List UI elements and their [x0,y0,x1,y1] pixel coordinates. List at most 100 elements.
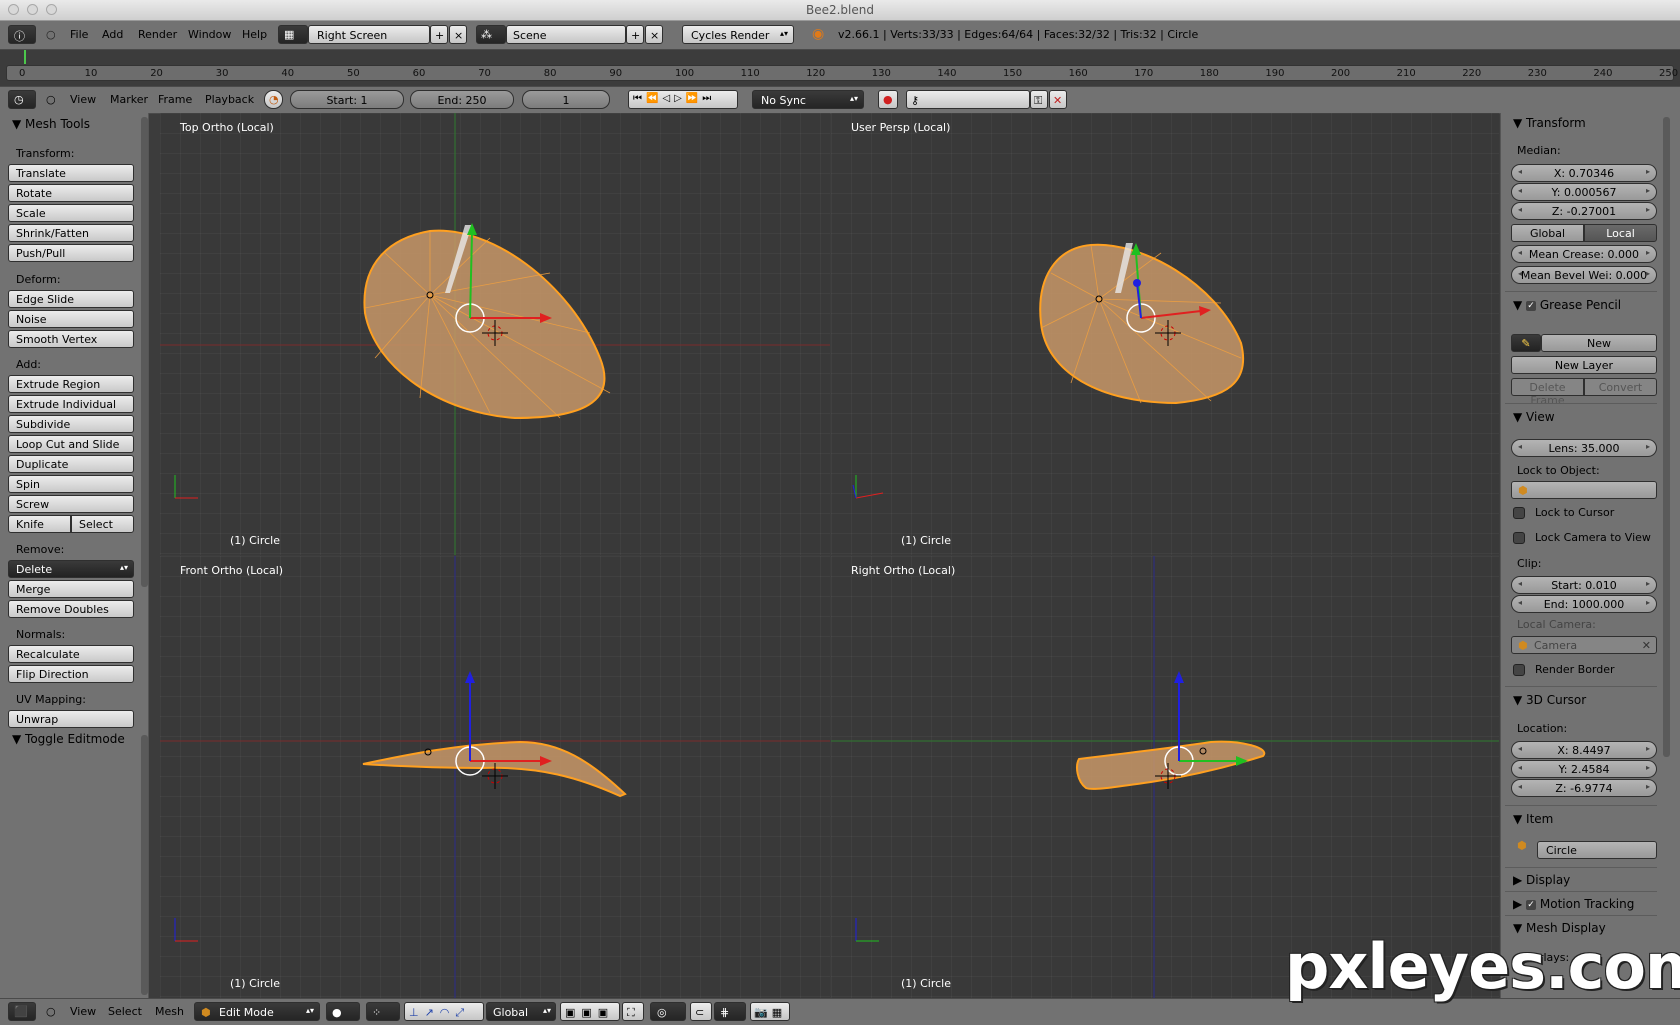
viewport-persp-canvas[interactable] [831,113,1499,555]
median-x-field[interactable]: ◂ X: 0.70346 ▸ [1511,164,1657,182]
loop-cut-slide-button[interactable]: Loop Cut and Slide [8,435,134,453]
add-scene-button[interactable]: + [626,25,644,44]
editor-type-button[interactable]: ⬛ [8,1002,36,1021]
preview-range-toggle[interactable]: ◔ [264,90,283,109]
clear-camera-icon[interactable]: ✕ [1642,639,1651,652]
flip-direction-button[interactable]: Flip Direction [8,665,134,683]
grease-pencil-checkbox-icon[interactable]: ✓ [1526,300,1537,311]
noise-button[interactable]: Noise [8,310,134,328]
knife-select-button[interactable]: Select [71,515,134,533]
local-camera-field[interactable]: ⬢ Camera ✕ [1511,636,1657,654]
lock-object-field[interactable]: ⬢ [1511,481,1657,499]
scale-button[interactable]: Scale [8,204,134,222]
duplicate-button[interactable]: Duplicate [8,455,134,473]
clip-start-field[interactable]: ◂ Start: 0.010 ▸ [1511,576,1657,594]
extrude-region-button[interactable]: Extrude Region [8,375,134,393]
lock-camera-checkbox[interactable] [1513,532,1525,544]
menu-marker[interactable]: Marker [110,93,148,106]
screen-layout-field[interactable]: Right Screen [308,25,430,44]
keying-set-field[interactable]: ⚷ [906,90,1030,109]
sync-mode-dropdown[interactable]: No Sync ▴▾ [752,90,864,109]
shrink-fatten-button[interactable]: Shrink/Fatten [8,224,134,242]
extrude-individual-button[interactable]: Extrude Individual [8,395,134,413]
unwrap-button[interactable]: Unwrap [8,710,134,728]
orientation-dropdown[interactable]: Global ▴▾ [486,1002,556,1021]
median-z-field[interactable]: ◂ Z: -0.27001 ▸ [1511,202,1657,220]
current-frame-field[interactable]: 1 [522,90,610,109]
mesh-tools-header[interactable]: ▼ Mesh Tools [12,117,90,131]
local-toggle[interactable]: Local [1584,224,1657,242]
viewport-front-canvas[interactable] [160,556,830,998]
screen-layout-selector[interactable]: ▦ [278,25,308,44]
motion-tracking-checkbox-icon[interactable]: ✓ [1526,899,1537,910]
collapse-menu-icon[interactable]: ○ [46,93,56,106]
pivot-point-dropdown[interactable]: ⁘ [366,1002,400,1021]
merge-button[interactable]: Merge [8,580,134,598]
viewport-user-persp[interactable]: User Persp (Local) (1) Circle [831,113,1499,555]
menu-playback[interactable]: Playback [205,93,254,106]
viewport-front-ortho[interactable]: Front Ortho (Local) (1) Circle [160,556,830,998]
editor-type-button[interactable]: ⓘ [8,25,36,44]
spin-button[interactable]: Spin [8,475,134,493]
push-pull-button[interactable]: Push/Pull [8,244,134,262]
smooth-vertex-button[interactable]: Smooth Vertex [8,330,134,348]
render-buttons[interactable]: 📷▦ [750,1002,790,1021]
delete-scene-button[interactable]: × [645,25,663,44]
cursor-z-field[interactable]: ◂ Z: -6.9774 ▸ [1511,779,1657,797]
lens-field[interactable]: ◂ Lens: 35.000 ▸ [1511,439,1657,457]
cursor-y-field[interactable]: ◂ Y: 2.4584 ▸ [1511,760,1657,778]
display-panel-header[interactable]: ▶ Display [1513,873,1570,887]
snap-element-dropdown[interactable]: ⋕ [714,1002,746,1021]
edge-slide-button[interactable]: Edge Slide [8,290,134,308]
snap-toggle[interactable]: ⊂ [690,1002,712,1021]
viewport-top-canvas[interactable] [160,113,830,555]
insert-keyframe-button[interactable]: ⚿ [1030,90,1048,109]
viewport-top-ortho[interactable]: Top Ortho (Local) (1) Circle [160,113,830,555]
select-mode-buttons[interactable]: ▣▣▣ [560,1002,620,1021]
global-toggle[interactable]: Global [1511,224,1584,242]
menu-help[interactable]: Help [242,28,267,41]
scene-selector[interactable]: ⁂ [476,25,506,44]
3d-cursor-header[interactable]: ▼ 3D Cursor [1513,693,1586,707]
knife-button[interactable]: Knife [8,515,71,533]
add-screen-button[interactable]: + [430,25,448,44]
menu-file[interactable]: File [70,28,88,41]
properties-scrollbar[interactable] [1663,117,1670,757]
item-panel-header[interactable]: ▼ Item [1513,812,1553,826]
item-name-field[interactable]: Circle [1537,841,1657,859]
editor-type-button[interactable]: ◷ [8,90,36,109]
collapse-menu-icon[interactable]: ○ [46,28,56,41]
screw-button[interactable]: Screw [8,495,134,513]
mean-crease-field[interactable]: ◂ Mean Crease: 0.000 ▸ [1511,245,1657,263]
convert-button[interactable]: Convert [1584,378,1657,396]
playback-controls[interactable]: ⏮⏪◁▷⏩⏭ [628,90,738,109]
menu-add[interactable]: Add [102,28,123,41]
menu-view[interactable]: View [70,1005,96,1018]
clip-end-field[interactable]: ◂ End: 1000.000 ▸ [1511,595,1657,613]
motion-tracking-header[interactable]: ▶ ✓ Motion Tracking [1513,897,1634,911]
proportional-edit-dropdown[interactable]: ◎ [650,1002,686,1021]
timeline-ruler[interactable]: 0 10 20 30 40 50 60 70 80 90 100 110 120 130 140 150 160… [6,65,1678,81]
transform-panel-header[interactable]: ▼ Transform [1513,116,1586,130]
toggle-editmode-header[interactable]: ▼ Toggle Editmode [12,732,125,746]
scene-field[interactable]: Scene [506,25,626,44]
cursor-x-field[interactable]: ◂ X: 8.4497 ▸ [1511,741,1657,759]
rotate-button[interactable]: Rotate [8,184,134,202]
occlude-geometry-button[interactable]: ⛶ [622,1002,644,1021]
menu-render[interactable]: Render [138,28,177,41]
start-frame-field[interactable]: Start: 1 [290,90,404,109]
recalculate-button[interactable]: Recalculate [8,645,134,663]
menu-mesh[interactable]: Mesh [155,1005,184,1018]
render-engine-dropdown[interactable]: Cycles Render ▴▾ [682,25,794,44]
toolshelf-scrollbar-lower[interactable] [141,735,148,995]
menu-window[interactable]: Window [188,28,231,41]
delete-keyframe-button[interactable]: ✕ [1049,90,1067,109]
end-frame-field[interactable]: End: 250 [410,90,514,109]
subdivide-button[interactable]: Subdivide [8,415,134,433]
manipulator-buttons[interactable]: ⊥↗◠⤢ [404,1002,484,1021]
mean-bevel-field[interactable]: ◂ Mean Bevel Wei: 0.000 ▸ [1511,266,1657,284]
menu-select[interactable]: Select [108,1005,142,1018]
mode-dropdown[interactable]: ⬢ Edit Mode ▴▾ [194,1002,320,1021]
mesh-circle-wing[interactable] [1039,243,1245,405]
translate-button[interactable]: Translate [8,164,134,182]
